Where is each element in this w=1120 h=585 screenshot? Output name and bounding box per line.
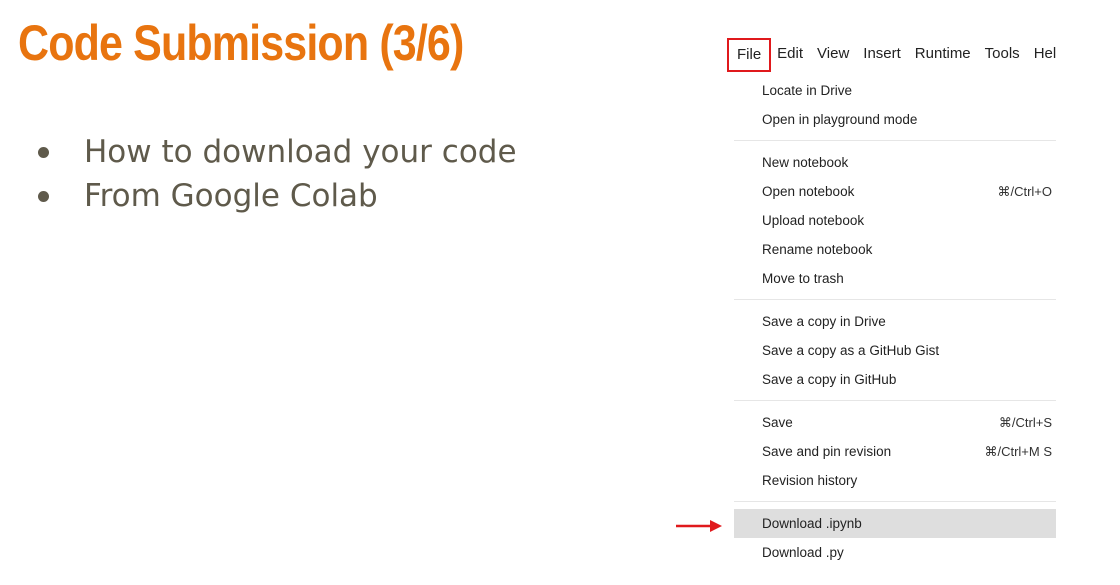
- bullet-list: How to download your code From Google Co…: [36, 130, 517, 218]
- bullet-item: How to download your code: [36, 130, 517, 174]
- menu-item-move-to-trash[interactable]: Move to trash: [734, 264, 1056, 293]
- menu-item-upload-notebook[interactable]: Upload notebook: [734, 206, 1056, 235]
- red-arrow-icon: [676, 520, 722, 532]
- menu-item-save-copy-drive[interactable]: Save a copy in Drive: [734, 307, 1056, 336]
- menu-insert[interactable]: Insert: [863, 38, 901, 70]
- menu-item-save-copy-github[interactable]: Save a copy in GitHub: [734, 365, 1056, 394]
- menubar: File Edit View Insert Runtime Tools Hel: [727, 38, 1057, 72]
- menu-view[interactable]: View: [817, 38, 849, 70]
- menu-item-new-notebook[interactable]: New notebook: [734, 148, 1056, 177]
- menu-item-save[interactable]: Save ⌘/Ctrl+S: [734, 408, 1056, 437]
- menu-item-download-ipynb[interactable]: Download .ipynb: [734, 509, 1056, 538]
- menu-item-rename-notebook[interactable]: Rename notebook: [734, 235, 1056, 264]
- menu-item-save-pin-revision[interactable]: Save and pin revision ⌘/Ctrl+M S: [734, 437, 1056, 466]
- bullet-text: How to download your code: [84, 134, 517, 170]
- menu-runtime[interactable]: Runtime: [915, 38, 971, 70]
- menu-file[interactable]: File: [727, 38, 772, 72]
- menu-divider: [734, 299, 1056, 300]
- file-menu-dropdown: Locate in Drive Open in playground mode …: [734, 76, 1056, 567]
- menu-item-open-playground[interactable]: Open in playground mode: [734, 105, 1056, 134]
- menu-item-open-notebook[interactable]: Open notebook ⌘/Ctrl+O: [734, 177, 1056, 206]
- menu-divider: [734, 400, 1056, 401]
- menu-divider: [734, 501, 1056, 502]
- bullet-dot-icon: [38, 191, 49, 202]
- bullet-text: From Google Colab: [84, 178, 378, 214]
- menu-edit[interactable]: Edit: [777, 38, 803, 70]
- menu-help[interactable]: Hel: [1034, 38, 1057, 70]
- menu-divider: [734, 140, 1056, 141]
- menu-item-save-copy-gist[interactable]: Save a copy as a GitHub Gist: [734, 336, 1056, 365]
- menu-item-locate-in-drive[interactable]: Locate in Drive: [734, 76, 1056, 105]
- bullet-dot-icon: [38, 147, 49, 158]
- menu-tools[interactable]: Tools: [985, 38, 1020, 70]
- menu-item-revision-history[interactable]: Revision history: [734, 466, 1056, 495]
- menu-item-download-py[interactable]: Download .py: [734, 538, 1056, 567]
- shortcut-label: ⌘/Ctrl+O: [997, 184, 1052, 199]
- slide-title: Code Submission (3/6): [18, 15, 464, 71]
- colab-menubar-screenshot: File Edit View Insert Runtime Tools Hel: [720, 30, 1057, 74]
- bullet-item: From Google Colab: [36, 174, 517, 218]
- shortcut-label: ⌘/Ctrl+S: [998, 415, 1052, 430]
- shortcut-label: ⌘/Ctrl+M S: [984, 444, 1052, 459]
